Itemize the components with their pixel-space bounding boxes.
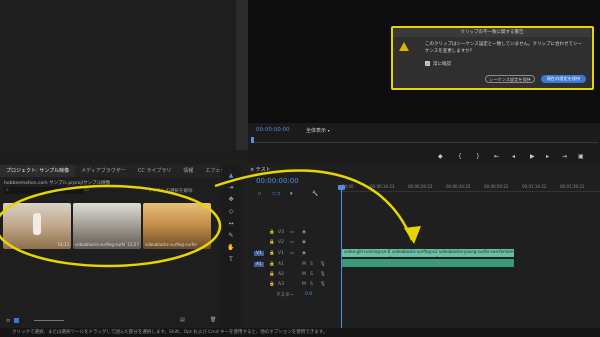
status-bar: クリックで選択、または選択ツールをドラッグして囲んだ部分を選択します。Shift… (0, 328, 600, 337)
annotation-overlay (0, 169, 421, 268)
annotation-ellipse (0, 184, 222, 268)
annotation-arrow (214, 169, 414, 241)
annotation-arrowhead (404, 226, 421, 244)
